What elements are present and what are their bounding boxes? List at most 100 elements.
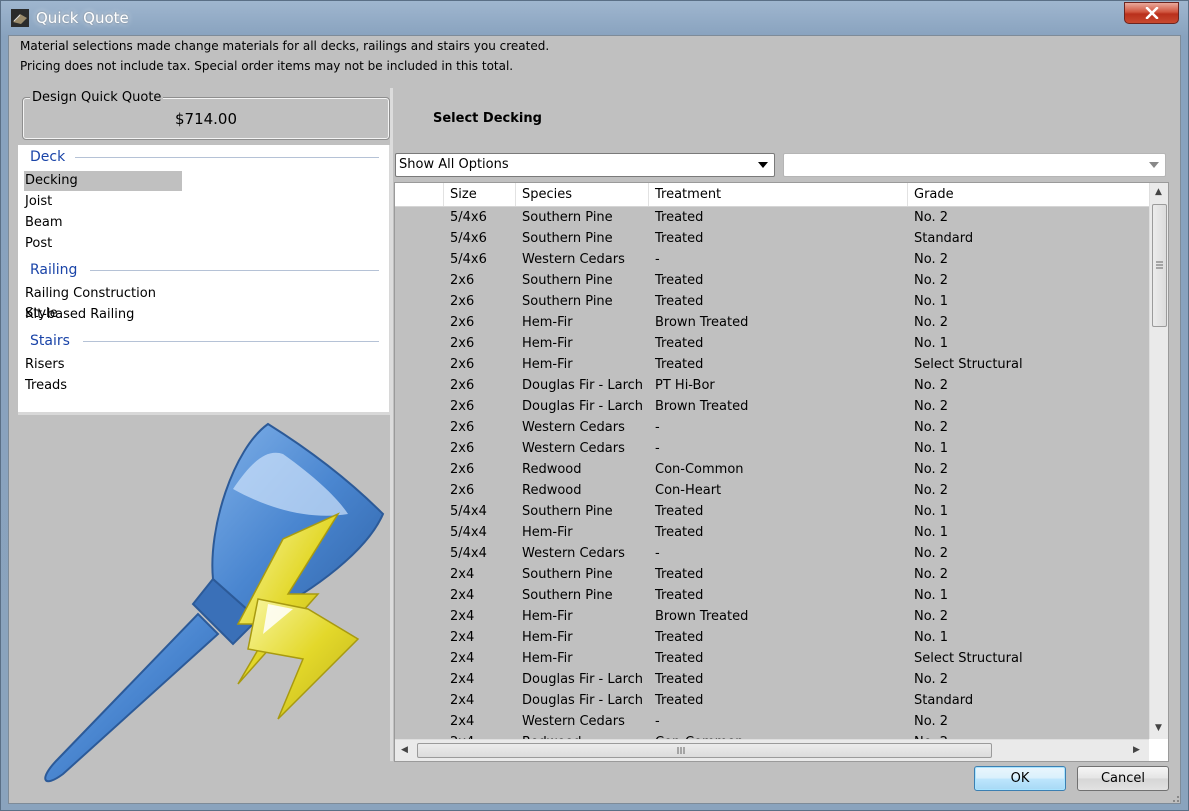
cell-grade: No. 1	[914, 504, 948, 519]
cell-grade: No. 2	[914, 315, 948, 330]
close-button[interactable]	[1124, 2, 1179, 24]
vertical-scroll-thumb[interactable]	[1152, 204, 1167, 327]
cell-species: Hem-Fir	[522, 315, 573, 330]
table-row[interactable]: 2x6 Hem-Fir Brown Treated No. 2	[395, 312, 1149, 333]
scroll-down-icon[interactable]: ▼	[1155, 723, 1162, 733]
title-bar[interactable]: Quick Quote	[1, 1, 1188, 36]
column-header-grade[interactable]: Grade	[907, 183, 1149, 206]
cell-size: 5/4x4	[450, 504, 487, 519]
nav-item-decking[interactable]: Decking	[24, 171, 182, 191]
nav-divider	[75, 157, 379, 158]
table-row[interactable]: 2x6 Douglas Fir - Larch PT Hi-Bor No. 2	[395, 375, 1149, 396]
cell-treatment: -	[655, 714, 660, 729]
table-row[interactable]: 2x4 Southern Pine Treated No. 2	[395, 564, 1149, 585]
nav-item-beam[interactable]: Beam	[24, 213, 182, 233]
cell-size: 5/4x4	[450, 546, 487, 561]
scroll-right-icon[interactable]: ▶	[1133, 745, 1140, 755]
table-row[interactable]: 5/4x6 Southern Pine Treated Standard	[395, 228, 1149, 249]
table-row[interactable]: 2x6 Douglas Fir - Larch Brown Treated No. 2	[395, 396, 1149, 417]
cell-species: Douglas Fir - Larch	[522, 693, 644, 708]
cell-species: Southern Pine	[522, 294, 613, 309]
vertical-scrollbar[interactable]: ▲ ▼	[1149, 183, 1168, 739]
cell-grade: Select Structural	[914, 357, 1023, 372]
table-row[interactable]: 5/4x6 Western Cedars - No. 2	[395, 249, 1149, 270]
table-row[interactable]: 2x6 Hem-Fir Treated Select Structural	[395, 354, 1149, 375]
table-row[interactable]: 2x6 Western Cedars - No. 1	[395, 438, 1149, 459]
cell-species: Western Cedars	[522, 714, 625, 729]
cell-species: Western Cedars	[522, 420, 625, 435]
cell-size: 5/4x6	[450, 252, 487, 267]
cell-treatment: Treated	[655, 336, 704, 351]
cell-treatment: Treated	[655, 588, 704, 603]
table-row[interactable]: 2x4 Western Cedars - No. 2	[395, 711, 1149, 732]
cancel-button[interactable]: Cancel	[1077, 766, 1169, 791]
chevron-down-icon	[758, 162, 768, 168]
table-row[interactable]: 5/4x6 Southern Pine Treated No. 2	[395, 207, 1149, 228]
filter-combo[interactable]: Show All Options	[395, 153, 775, 177]
column-header-species[interactable]: Species	[515, 183, 648, 206]
table-row[interactable]: 2x4 Hem-Fir Treated No. 1	[395, 627, 1149, 648]
cell-grade: No. 2	[914, 672, 948, 687]
cell-species: Southern Pine	[522, 567, 613, 582]
column-header-treatment[interactable]: Treatment	[648, 183, 907, 206]
cell-size: 2x6	[450, 357, 475, 372]
cell-grade: No. 2	[914, 732, 948, 739]
cell-treatment: -	[655, 441, 660, 456]
table-row[interactable]: 2x6 Southern Pine Treated No. 1	[395, 291, 1149, 312]
table-row[interactable]: 2x4 Douglas Fir - Larch Treated Standard	[395, 690, 1149, 711]
table-row[interactable]: 2x6 Redwood Con-Common No. 2	[395, 459, 1149, 480]
ok-button[interactable]: OK	[974, 766, 1066, 791]
nav-item-railing-construction-style[interactable]: Railing Construction Style	[24, 284, 182, 321]
cell-treatment: Treated	[655, 567, 704, 582]
nav-item-post[interactable]: Post	[24, 234, 182, 254]
table-row[interactable]: 2x4 Redwood Con-Common No. 2	[395, 732, 1149, 739]
horizontal-scroll-thumb[interactable]	[417, 743, 992, 758]
nav-item-risers[interactable]: Risers	[24, 355, 182, 375]
cell-species: Southern Pine	[522, 210, 613, 225]
cell-grade: No. 1	[914, 525, 948, 540]
table-row[interactable]: 5/4x4 Western Cedars - No. 2	[395, 543, 1149, 564]
cell-species: Hem-Fir	[522, 525, 573, 540]
table-row[interactable]: 5/4x4 Southern Pine Treated No. 1	[395, 501, 1149, 522]
scroll-left-icon[interactable]: ◀	[401, 745, 408, 755]
scroll-up-icon[interactable]: ▲	[1155, 187, 1162, 197]
table-row[interactable]: 2x4 Hem-Fir Brown Treated No. 2	[395, 606, 1149, 627]
cell-species: Western Cedars	[522, 546, 625, 561]
cell-species: Douglas Fir - Larch	[522, 399, 644, 414]
table-row[interactable]: 2x6 Western Cedars - No. 2	[395, 417, 1149, 438]
panel-divider[interactable]	[390, 88, 393, 761]
nav-item-joist[interactable]: Joist	[24, 192, 182, 212]
cell-grade: Select Structural	[914, 651, 1023, 666]
cell-grade: Standard	[914, 231, 974, 246]
table-row[interactable]: 2x4 Southern Pine Treated No. 1	[395, 585, 1149, 606]
cell-size: 2x6	[450, 462, 475, 477]
quote-total-value: $714.00	[174, 110, 238, 128]
cell-treatment: Con-Heart	[655, 483, 722, 498]
cell-grade: No. 2	[914, 378, 948, 393]
horizontal-scrollbar[interactable]: ◀ ▶	[395, 739, 1149, 761]
table-row[interactable]: 2x6 Southern Pine Treated No. 2	[395, 270, 1149, 291]
table-row[interactable]: 2x6 Hem-Fir Treated No. 1	[395, 333, 1149, 354]
secondary-combo[interactable]	[783, 153, 1166, 177]
cell-size: 2x4	[450, 672, 475, 687]
cell-size: 2x4	[450, 651, 475, 666]
resize-grip-icon[interactable]	[1169, 792, 1181, 804]
cell-species: Western Cedars	[522, 252, 625, 267]
table-row[interactable]: 2x4 Douglas Fir - Larch Treated No. 2	[395, 669, 1149, 690]
table-row[interactable]: 5/4x4 Hem-Fir Treated No. 1	[395, 522, 1149, 543]
dialog-client-area: Material selections made change material…	[8, 35, 1181, 804]
grid-body: 5/4x6 Southern Pine Treated No. 2 5/4x6 South…	[395, 207, 1149, 739]
cell-species: Redwood	[522, 732, 582, 739]
cell-size: 2x4	[450, 609, 475, 624]
cell-grade: No. 2	[914, 483, 948, 498]
nav-item-treads[interactable]: Treads	[24, 376, 182, 396]
table-row[interactable]: 2x6 Redwood Con-Heart No. 2	[395, 480, 1149, 501]
cell-treatment: Treated	[655, 210, 704, 225]
nav-divider	[90, 270, 379, 271]
cell-grade: No. 1	[914, 441, 948, 456]
column-header-size[interactable]: Size	[443, 183, 515, 206]
table-row[interactable]: 2x4 Hem-Fir Treated Select Structural	[395, 648, 1149, 669]
cell-grade: No. 2	[914, 399, 948, 414]
cell-size: 2x4	[450, 630, 475, 645]
nav-item-kit-based-railing[interactable]: Kit-based Railing	[24, 305, 182, 325]
